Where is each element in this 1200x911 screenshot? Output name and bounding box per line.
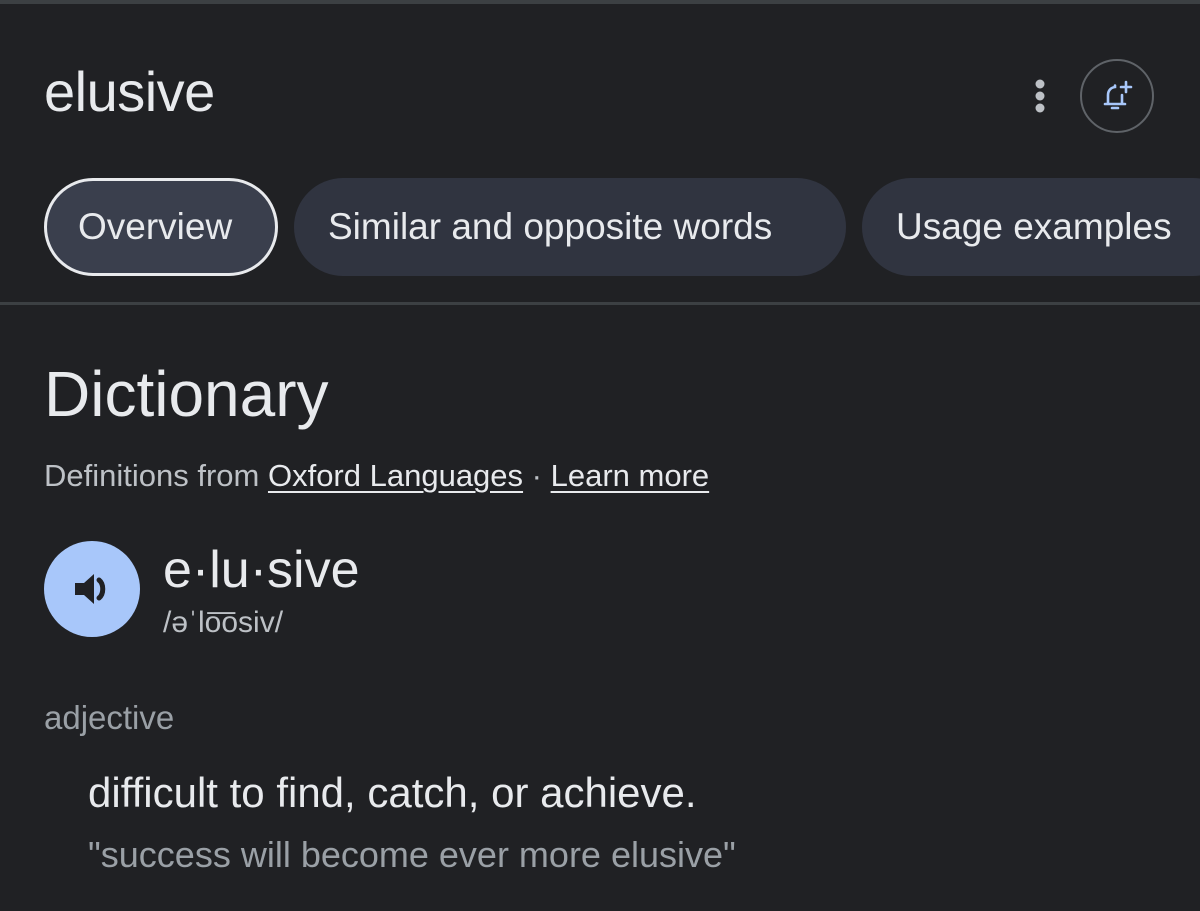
tabs-divider xyxy=(0,302,1200,305)
example-sentence: "success will become ever more elusive" xyxy=(88,834,736,875)
tab-overview[interactable]: Overview xyxy=(44,178,278,276)
tab-usage-examples[interactable]: Usage examples xyxy=(862,178,1200,276)
more-options-button[interactable] xyxy=(1018,72,1062,120)
definitions-source: Definitions from Oxford Languages · Lear… xyxy=(44,456,709,496)
definition-text: difficult to find, catch, or achieve. xyxy=(88,769,697,816)
create-alert-button[interactable] xyxy=(1080,59,1154,133)
oxford-languages-link[interactable]: Oxford Languages xyxy=(268,458,523,493)
search-results-page: elusive Overview Similar and opposite wo… xyxy=(0,0,1200,911)
top-divider xyxy=(0,0,1200,4)
source-prefix: Definitions from xyxy=(44,458,268,493)
pronunciation-button[interactable] xyxy=(44,541,140,637)
result-tabs: Overview Similar and opposite words Usag… xyxy=(44,178,1200,276)
part-of-speech: adjective xyxy=(44,699,175,736)
phonetic-spelling: /əˈlo͞osiv/ xyxy=(163,606,284,639)
headword: e·lu·sive xyxy=(163,541,360,599)
source-separator: · xyxy=(523,458,551,493)
tab-similar-and-opposite-words[interactable]: Similar and opposite words xyxy=(294,178,846,276)
speaker-icon xyxy=(75,574,106,604)
vertical-ellipsis-icon xyxy=(1035,79,1045,113)
dictionary-title: Dictionary xyxy=(44,358,329,430)
bell-plus-icon xyxy=(1103,80,1133,110)
learn-more-link[interactable]: Learn more xyxy=(551,458,710,493)
query-title: elusive xyxy=(44,60,215,123)
